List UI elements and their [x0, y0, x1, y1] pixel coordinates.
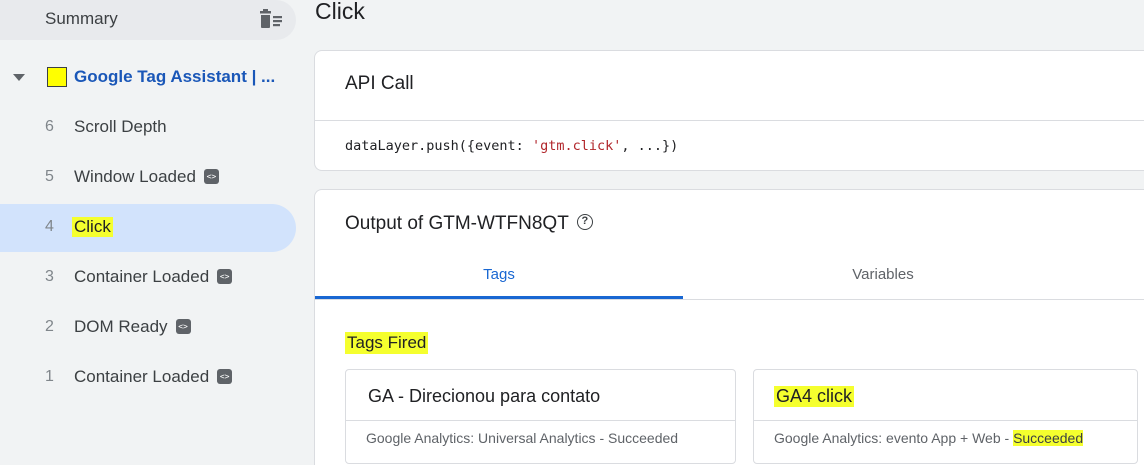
delete-all-icon[interactable]	[256, 7, 284, 31]
api-call-code: dataLayer.push({event: 'gtm.click', ...}…	[345, 138, 678, 154]
code-icon: <>	[203, 169, 219, 185]
event-number: 3	[45, 268, 54, 285]
api-call-card: API Call dataLayer.push({event: 'gtm.cli…	[314, 50, 1144, 171]
code-prefix: dataLayer.push({event:	[345, 138, 532, 154]
tags-fired-heading: Tags Fired	[345, 332, 429, 354]
tag-status: Succeeded	[1013, 430, 1084, 446]
event-item-3[interactable]: 3 Container Loaded <>	[0, 254, 296, 302]
event-label: Click	[72, 217, 113, 237]
divider	[315, 120, 1144, 121]
event-label: Scroll Depth	[74, 117, 167, 136]
event-label-wrap: Container Loaded <>	[72, 267, 234, 287]
tab-variables[interactable]: Variables	[683, 250, 1083, 299]
code-suffix: , ...})	[621, 138, 679, 154]
container-color-swatch	[47, 67, 67, 87]
event-number: 6	[45, 118, 54, 135]
event-number: 1	[45, 368, 54, 385]
tag-assistant-app: Summary Google Tag Assistant | ... 6 Scr…	[0, 0, 1144, 465]
event-label: Container Loaded	[74, 267, 210, 286]
event-item-2[interactable]: 2 DOM Ready <>	[0, 304, 296, 352]
event-item-1[interactable]: 1 Container Loaded <>	[0, 354, 296, 402]
event-number: 5	[45, 168, 54, 185]
page-title: Click	[315, 0, 365, 24]
code-icon: <>	[217, 269, 233, 285]
divider	[754, 420, 1137, 421]
tag-details: Google Analytics: Universal Analytics - …	[366, 430, 678, 446]
event-item-5[interactable]: 5 Window Loaded <>	[0, 154, 296, 202]
container-name: Google Tag Assistant | ...	[74, 67, 276, 86]
code-string: 'gtm.click'	[531, 138, 622, 154]
tag-card[interactable]: GA4 click Google Analytics: evento App +…	[753, 369, 1138, 464]
tag-name: GA - Direcionou para contato	[368, 386, 601, 406]
caret-down-icon[interactable]	[13, 74, 25, 81]
output-header: Output of GTM-WTFN8QT?	[345, 213, 593, 235]
divider	[315, 299, 1144, 300]
output-title: Output of GTM-WTFN8QT	[345, 213, 569, 234]
output-card: Output of GTM-WTFN8QT? Tags Variables Ta…	[314, 189, 1144, 465]
summary-item[interactable]: Summary	[0, 0, 296, 40]
event-item-6[interactable]: 6 Scroll Depth	[0, 104, 296, 152]
event-label-wrap: Window Loaded <>	[72, 167, 221, 187]
event-number: 4	[45, 218, 54, 235]
event-item-4[interactable]: 4 Click	[0, 204, 296, 252]
api-call-header: API Call	[345, 73, 414, 94]
event-label: Window Loaded	[74, 167, 196, 186]
tag-status: Succeeded	[608, 430, 679, 446]
divider	[346, 420, 735, 421]
tag-type: Google Analytics: evento App + Web -	[774, 430, 1014, 446]
summary-label: Summary	[45, 9, 118, 28]
tag-details: Google Analytics: evento App + Web - Suc…	[774, 430, 1084, 446]
code-icon: <>	[217, 369, 233, 385]
event-number: 2	[45, 318, 54, 335]
event-label-wrap: Container Loaded <>	[72, 367, 234, 387]
event-label: DOM Ready	[74, 317, 168, 336]
event-label-wrap: DOM Ready <>	[72, 317, 193, 337]
help-icon[interactable]: ?	[576, 213, 593, 230]
tag-name: GA4 click	[774, 386, 855, 407]
tag-card[interactable]: GA - Direcionou para contato Google Anal…	[345, 369, 736, 464]
sidebar: Summary Google Tag Assistant | ... 6 Scr…	[0, 0, 300, 465]
container-item[interactable]: Google Tag Assistant | ...	[0, 58, 300, 98]
event-label: Container Loaded	[74, 367, 210, 386]
tag-type: Google Analytics: Universal Analytics -	[366, 430, 608, 446]
tab-tags[interactable]: Tags	[315, 250, 683, 299]
code-icon: <>	[175, 319, 191, 335]
